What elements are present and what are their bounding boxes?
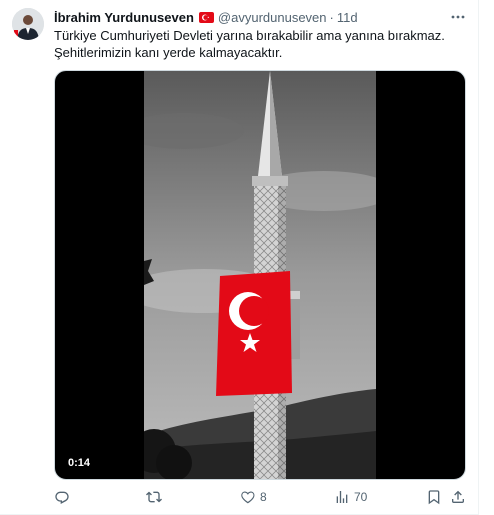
reply-button[interactable]: [54, 486, 74, 508]
author-handle[interactable]: @avyurdunuseven: [218, 10, 327, 25]
avatar[interactable]: [12, 8, 44, 40]
video-duration: 0:14: [63, 455, 96, 471]
tweet[interactable]: İbrahim Yurdunuseven @avyurdunuseven · 1…: [0, 0, 478, 515]
heart-icon: [241, 491, 255, 504]
share-button[interactable]: [450, 486, 466, 508]
timestamp[interactable]: 11d: [337, 10, 358, 25]
share-icon: [452, 490, 464, 503]
reply-icon: [55, 491, 69, 504]
separator: ·: [329, 9, 334, 25]
retweet-button[interactable]: [146, 486, 166, 508]
tweet-header: İbrahim Yurdunuseven @avyurdunuseven · 1…: [54, 8, 358, 26]
tweet-text-line-2: Şehitlerimizin kanı yerde kalmayacaktır.: [54, 45, 283, 60]
bookmark-icon: [428, 490, 440, 505]
like-count: 8: [260, 490, 267, 504]
tweet-text-line-1: Türkiye Cumhuriyeti Devleti yarına bırak…: [54, 28, 445, 43]
action-bar: 8 70: [54, 486, 468, 508]
author-name[interactable]: İbrahim Yurdunuseven: [54, 10, 194, 25]
views-count: 70: [354, 490, 368, 504]
turkey-flag-icon: [198, 11, 214, 23]
views-button[interactable]: 70: [334, 486, 367, 508]
column-divider: [478, 0, 479, 515]
bookmark-button[interactable]: [426, 486, 442, 508]
video-player[interactable]: 0:14: [54, 70, 466, 480]
views-icon: [336, 491, 348, 503]
tweet-text: Türkiye Cumhuriyeti Devleti yarına bırak…: [54, 27, 464, 61]
more-icon[interactable]: [448, 8, 468, 26]
like-button[interactable]: 8: [240, 486, 267, 508]
retweet-icon: [146, 491, 162, 503]
video-thumbnail: [144, 71, 376, 479]
